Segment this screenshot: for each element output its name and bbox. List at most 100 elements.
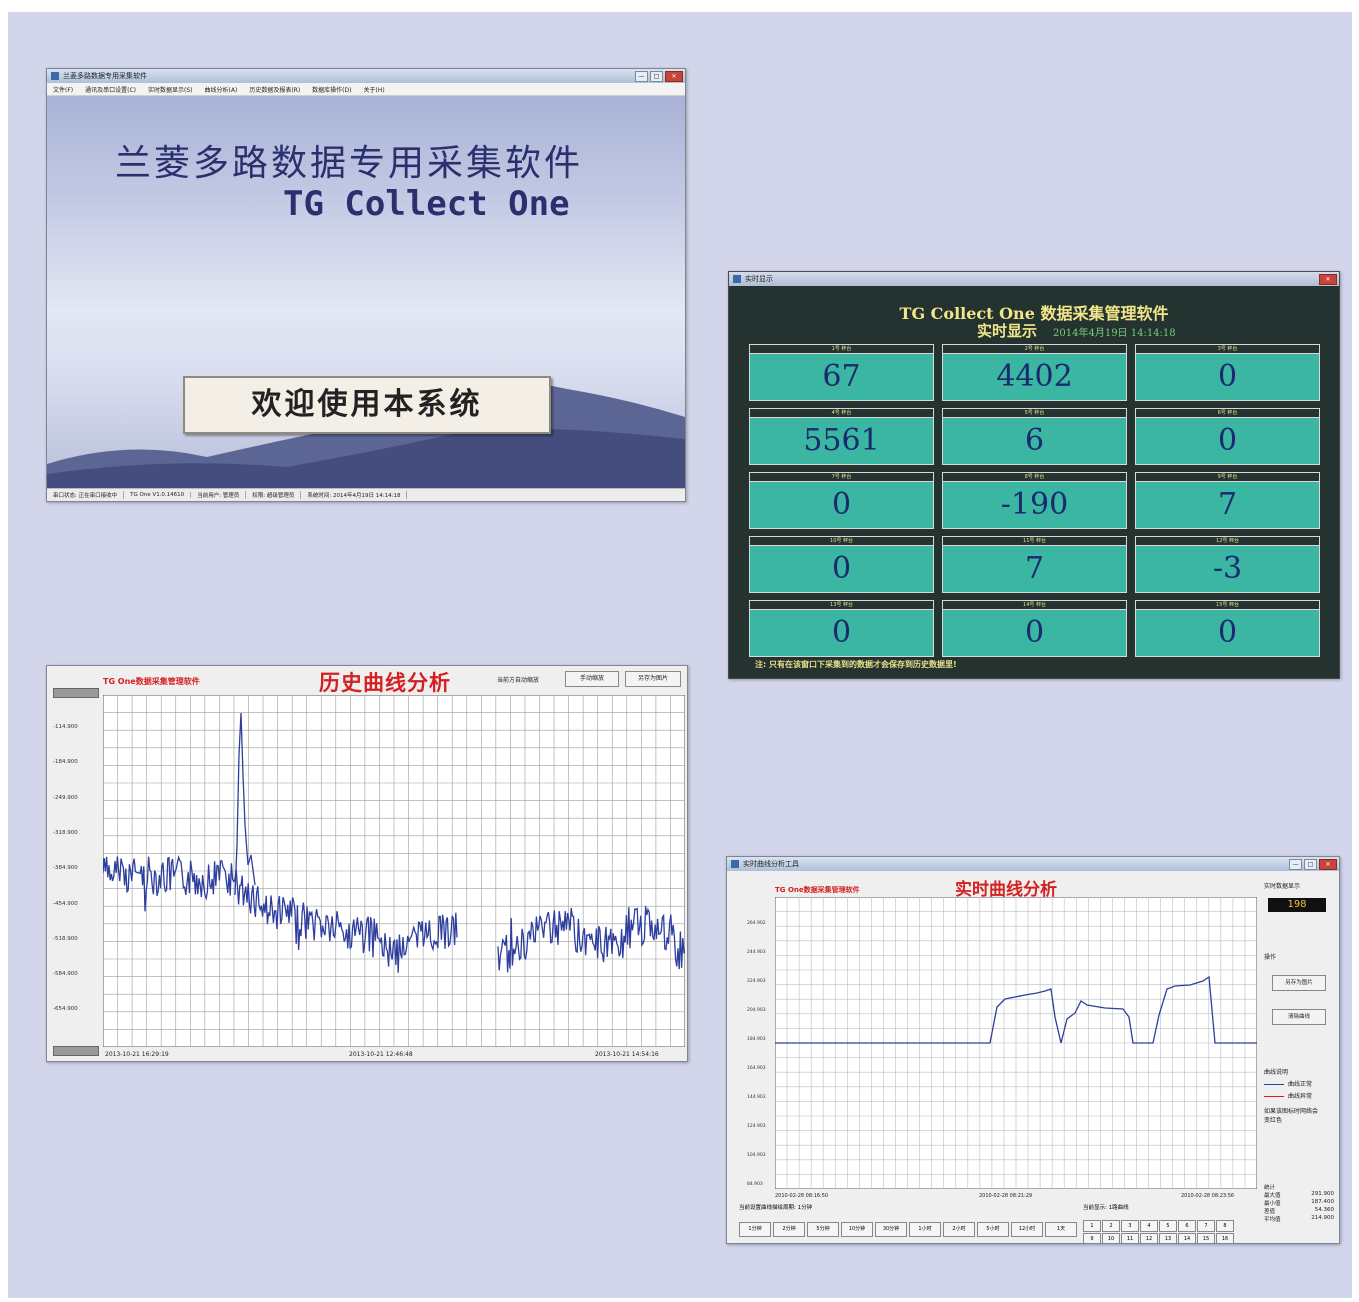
welcome-button[interactable]: 欢迎使用本系统 xyxy=(183,376,551,434)
channel-label: 4号 秤台 xyxy=(749,408,934,417)
period-button[interactable]: 10分钟 xyxy=(841,1222,873,1237)
realcurve-ytick: 204.903 xyxy=(747,1008,766,1013)
save-image-button[interactable]: 另存为图片 xyxy=(625,671,681,687)
channel-value: 0 xyxy=(749,481,934,529)
stat-row: 最小值 187.400 xyxy=(1264,1199,1334,1207)
channel-button[interactable]: 10 xyxy=(1102,1233,1120,1243)
splash-hero: 兰菱多路数据专用采集软件 TG Collect One 欢迎使用本系统 xyxy=(47,96,685,489)
channel-button[interactable]: 11 xyxy=(1121,1233,1139,1243)
status-user: 当前用户: 管理员 xyxy=(191,491,247,499)
scroll-bottom-button[interactable] xyxy=(53,1046,99,1056)
clear-curve-button[interactable]: 清除曲线 xyxy=(1272,1009,1326,1025)
channel-value: 0 xyxy=(1135,417,1320,465)
channel-label: 9号 秤台 xyxy=(1135,472,1320,481)
channel-value: 0 xyxy=(1135,609,1320,657)
channel-label: 8号 秤台 xyxy=(942,472,1127,481)
channel-label: 14号 秤台 xyxy=(942,600,1127,609)
status-version: TG One V1.0.14610 xyxy=(124,492,192,498)
ops-label: 操作 xyxy=(1264,954,1277,961)
splash-menubar: 文件(F) 通讯及串口设置(C) 实时数据显示(S) 曲线分析(A) 历史数据及… xyxy=(47,83,685,96)
realcurve-ytick: 124.903 xyxy=(747,1124,766,1129)
channel-button[interactable]: 12 xyxy=(1140,1233,1158,1243)
history-plot xyxy=(103,695,685,1047)
app-icon xyxy=(731,860,739,868)
menu-curve[interactable]: 曲线分析(A) xyxy=(205,85,238,94)
close-icon[interactable]: ✕ xyxy=(1319,859,1337,870)
channel-value: -3 xyxy=(1135,545,1320,593)
channel-cell: 1号 秤台 67 xyxy=(749,344,934,401)
channel-label: 15号 秤台 xyxy=(1135,600,1320,609)
history-xtick: 2013-10-21 16:29:19 xyxy=(105,1051,169,1058)
period-button[interactable]: 5分钟 xyxy=(807,1222,839,1237)
realtime-titlebar[interactable]: 实时显示 ✕ xyxy=(729,272,1339,286)
channel-value: -190 xyxy=(942,481,1127,529)
legend-abnormal-text: 曲线异常 xyxy=(1288,1093,1313,1100)
channel-value: 0 xyxy=(749,609,934,657)
legend-normal-swatch xyxy=(1264,1084,1284,1085)
splash-titlebar[interactable]: 兰菱多路数据专用采集软件 — □ ✕ xyxy=(47,69,685,83)
channel-value: 6 xyxy=(942,417,1127,465)
period-button[interactable]: 1小时 xyxy=(909,1222,941,1237)
status-time: 系统时间: 2014年4月19日 14:14:18 xyxy=(301,491,408,499)
save-image-button[interactable]: 另存为图片 xyxy=(1272,975,1326,991)
period-button[interactable]: 2小时 xyxy=(943,1222,975,1237)
legend-note: 如果该图标时网络会变红色 xyxy=(1264,1108,1319,1124)
channel-label: 1号 秤台 xyxy=(749,344,934,353)
stat-row: 平均值 214.900 xyxy=(1264,1215,1334,1223)
stat-row: 最大值 291.900 xyxy=(1264,1191,1334,1199)
legend-abnormal-swatch xyxy=(1264,1096,1284,1097)
minimize-icon[interactable]: — xyxy=(635,71,648,82)
realcurve-ytick: 164.903 xyxy=(747,1066,766,1071)
channel-label: 3号 秤台 xyxy=(1135,344,1320,353)
history-ytick: -184.900 xyxy=(53,759,78,766)
channel-button[interactable]: 13 xyxy=(1159,1233,1177,1243)
menu-history[interactable]: 历史数据及报表(R) xyxy=(249,85,300,94)
history-ytick: -518.900 xyxy=(53,935,78,942)
period-button[interactable]: 12小时 xyxy=(1011,1222,1043,1237)
history-app-label: TG One数据采集管理软件 xyxy=(103,677,200,686)
menu-about[interactable]: 关于(H) xyxy=(363,85,384,94)
channel-button[interactable]: 9 xyxy=(1083,1233,1101,1243)
menu-file[interactable]: 文件(F) xyxy=(53,85,73,94)
splash-statusbar: 串口状态: 正在串口接收中 TG One V1.0.14610 当前用户: 管理… xyxy=(47,488,685,501)
realcurve-titlebar[interactable]: 实时曲线分析工具 — □ ✕ xyxy=(727,857,1339,871)
maximize-icon[interactable]: □ xyxy=(650,71,663,82)
splash-window-title: 兰菱多路数据专用采集软件 xyxy=(63,72,147,80)
scroll-top-button[interactable] xyxy=(53,688,99,698)
menu-database[interactable]: 数据库操作(D) xyxy=(312,85,351,94)
minimize-icon[interactable]: — xyxy=(1289,859,1302,870)
history-ytick: -584.900 xyxy=(53,971,78,978)
realcurve-xtick: 2010-02-28 08:23:56 xyxy=(1181,1193,1235,1199)
period-button[interactable]: 2分钟 xyxy=(773,1222,805,1237)
channel-value: 67 xyxy=(749,353,934,401)
history-ytick: -454.900 xyxy=(53,900,78,907)
channel-cell: 14号 秤台 0 xyxy=(942,600,1127,657)
period-button[interactable]: 30分钟 xyxy=(875,1222,907,1237)
splash-subtitle: TG Collect One xyxy=(283,184,570,224)
app-icon xyxy=(51,72,59,80)
period-button[interactable]: 1分钟 xyxy=(739,1222,771,1237)
realtime-note: 注: 只有在该窗口下采集到的数据才会保存到历史数据里! xyxy=(755,660,957,669)
channel-label: 13号 秤台 xyxy=(749,600,934,609)
channel-button[interactable]: 15 xyxy=(1197,1233,1215,1243)
close-icon[interactable]: ✕ xyxy=(1319,274,1337,285)
history-ytick: -114.900 xyxy=(53,724,78,730)
channel-value: 4402 xyxy=(942,353,1127,401)
maximize-icon[interactable]: □ xyxy=(1304,859,1317,870)
channel-cell: 10号 秤台 0 xyxy=(749,536,934,593)
rt-value-display: 198 xyxy=(1268,898,1326,912)
stats-title: 统计 xyxy=(1264,1185,1276,1191)
period-button[interactable]: 5小时 xyxy=(977,1222,1009,1237)
period-button[interactable]: 1天 xyxy=(1045,1222,1077,1237)
rt-label: 实时数据显示 xyxy=(1264,883,1301,890)
manual-scale-button[interactable]: 手动缩放 xyxy=(565,671,619,687)
close-icon[interactable]: ✕ xyxy=(665,71,683,82)
menu-comm[interactable]: 通讯及串口设置(C) xyxy=(85,85,136,94)
channel-value: 7 xyxy=(942,545,1127,593)
history-ytick: -249.900 xyxy=(53,794,78,801)
history-autoscale-option[interactable]: 当前方自动缩放 xyxy=(497,675,539,684)
channel-button[interactable]: 14 xyxy=(1178,1233,1196,1243)
realtime-window: 实时显示 ✕ TG Collect One 数据采集管理软件 实时显示 2014年… xyxy=(728,271,1340,679)
channel-button[interactable]: 16 xyxy=(1216,1233,1234,1243)
menu-realtime[interactable]: 实时数据显示(S) xyxy=(148,85,193,94)
